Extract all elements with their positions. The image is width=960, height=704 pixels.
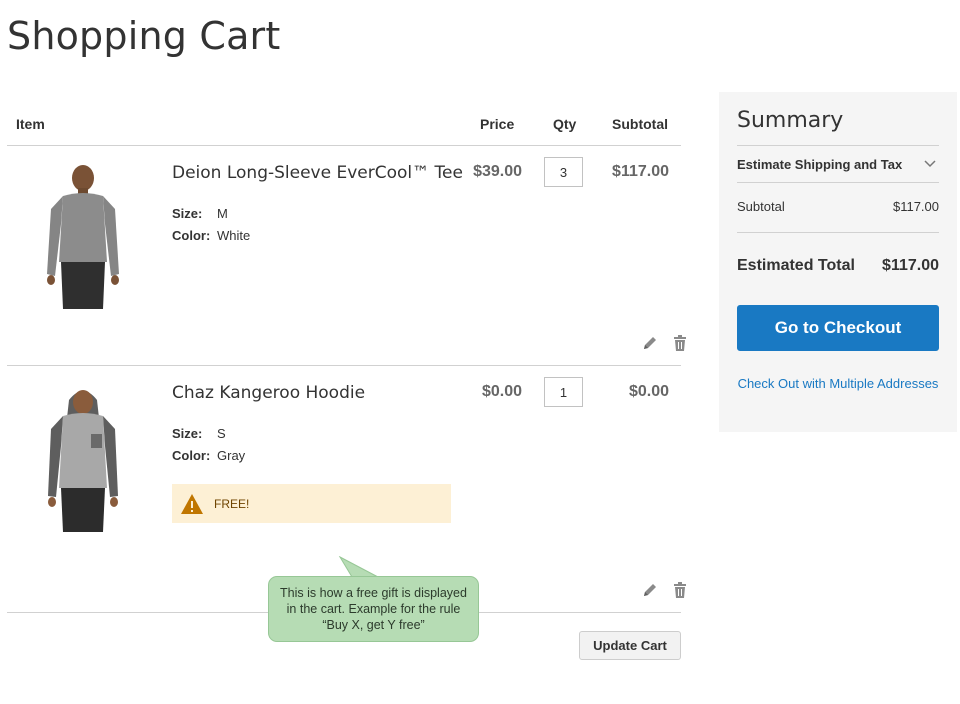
chevron-down-icon[interactable] [923, 158, 937, 170]
gray-long-sleeve-tee-image[interactable] [33, 164, 133, 314]
page-title: Shopping Cart [7, 14, 281, 58]
subtotal-value: $117.00 [892, 199, 939, 214]
column-header-price: Price [480, 116, 515, 132]
cart-item-row: Deion Long-Sleeve EverCool™ Tee Size: M C… [7, 146, 686, 366]
estimate-shipping-toggle[interactable]: Estimate Shipping and Tax [737, 157, 902, 172]
gray-hoodie-image[interactable] [33, 384, 133, 534]
option-value: White [217, 228, 251, 243]
option-label: Color: [172, 448, 211, 463]
product-options: Size: M Color: White [172, 203, 250, 247]
summary-subtotal-row: Subtotal $117.00 [737, 199, 939, 214]
cart-table-header: Item Price Qty Subtotal [7, 92, 681, 146]
go-to-checkout-button[interactable]: Go to Checkout [737, 305, 939, 351]
item-actions [621, 581, 686, 601]
item-price: $39.00 [473, 163, 522, 180]
free-gift-label: FREE! [214, 496, 250, 511]
order-summary: Summary Estimate Shipping and Tax Subtot… [719, 92, 957, 432]
column-header-subtotal: Subtotal [612, 116, 668, 132]
trash-icon[interactable] [671, 581, 689, 599]
callout-line: in the cart. Example for the rule [286, 602, 461, 616]
item-price: $0.00 [481, 383, 522, 400]
free-gift-callout: This is how a free gift is displayed in … [268, 576, 479, 642]
option-value: S [217, 426, 226, 441]
option-label: Size: [172, 426, 203, 441]
divider [737, 145, 939, 146]
warning-icon [181, 493, 203, 514]
cart-table: Item Price Qty Subtotal Deion Long-Sleev… [7, 92, 686, 613]
update-cart-button[interactable]: Update Cart [579, 631, 681, 660]
option-label: Color: [172, 228, 211, 243]
quantity-input[interactable] [544, 377, 583, 407]
quantity-input[interactable] [544, 157, 583, 187]
item-subtotal: $117.00 [612, 163, 669, 180]
product-options: Size: S Color: Gray [172, 423, 245, 467]
divider [737, 182, 939, 183]
product-name[interactable]: Deion Long-Sleeve EverCool™ Tee [172, 163, 463, 183]
estimated-total-value: $117.00 [882, 257, 939, 274]
free-gift-notice: FREE! [172, 484, 451, 523]
option-value: Gray [217, 448, 246, 463]
trash-icon[interactable] [671, 334, 689, 352]
option-value: M [217, 206, 228, 221]
pencil-icon[interactable] [641, 581, 659, 599]
column-header-item: Item [16, 116, 45, 132]
item-subtotal: $0.00 [628, 383, 669, 400]
summary-title: Summary [737, 108, 844, 133]
option-label: Size: [172, 206, 203, 221]
callout-line: “Buy X, get Y free” [322, 618, 425, 632]
divider [737, 232, 939, 233]
subtotal-label: Subtotal [737, 199, 785, 214]
multiple-addresses-link[interactable]: Check Out with Multiple Addresses [737, 375, 939, 393]
pencil-icon[interactable] [641, 334, 659, 352]
callout-line: This is how a free gift is displayed [280, 586, 467, 600]
estimated-total-row: Estimated Total $117.00 [737, 257, 939, 275]
column-header-qty: Qty [553, 116, 577, 132]
estimated-total-label: Estimated Total [737, 257, 855, 274]
item-actions [621, 334, 686, 354]
product-name[interactable]: Chaz Kangeroo Hoodie [172, 383, 365, 403]
